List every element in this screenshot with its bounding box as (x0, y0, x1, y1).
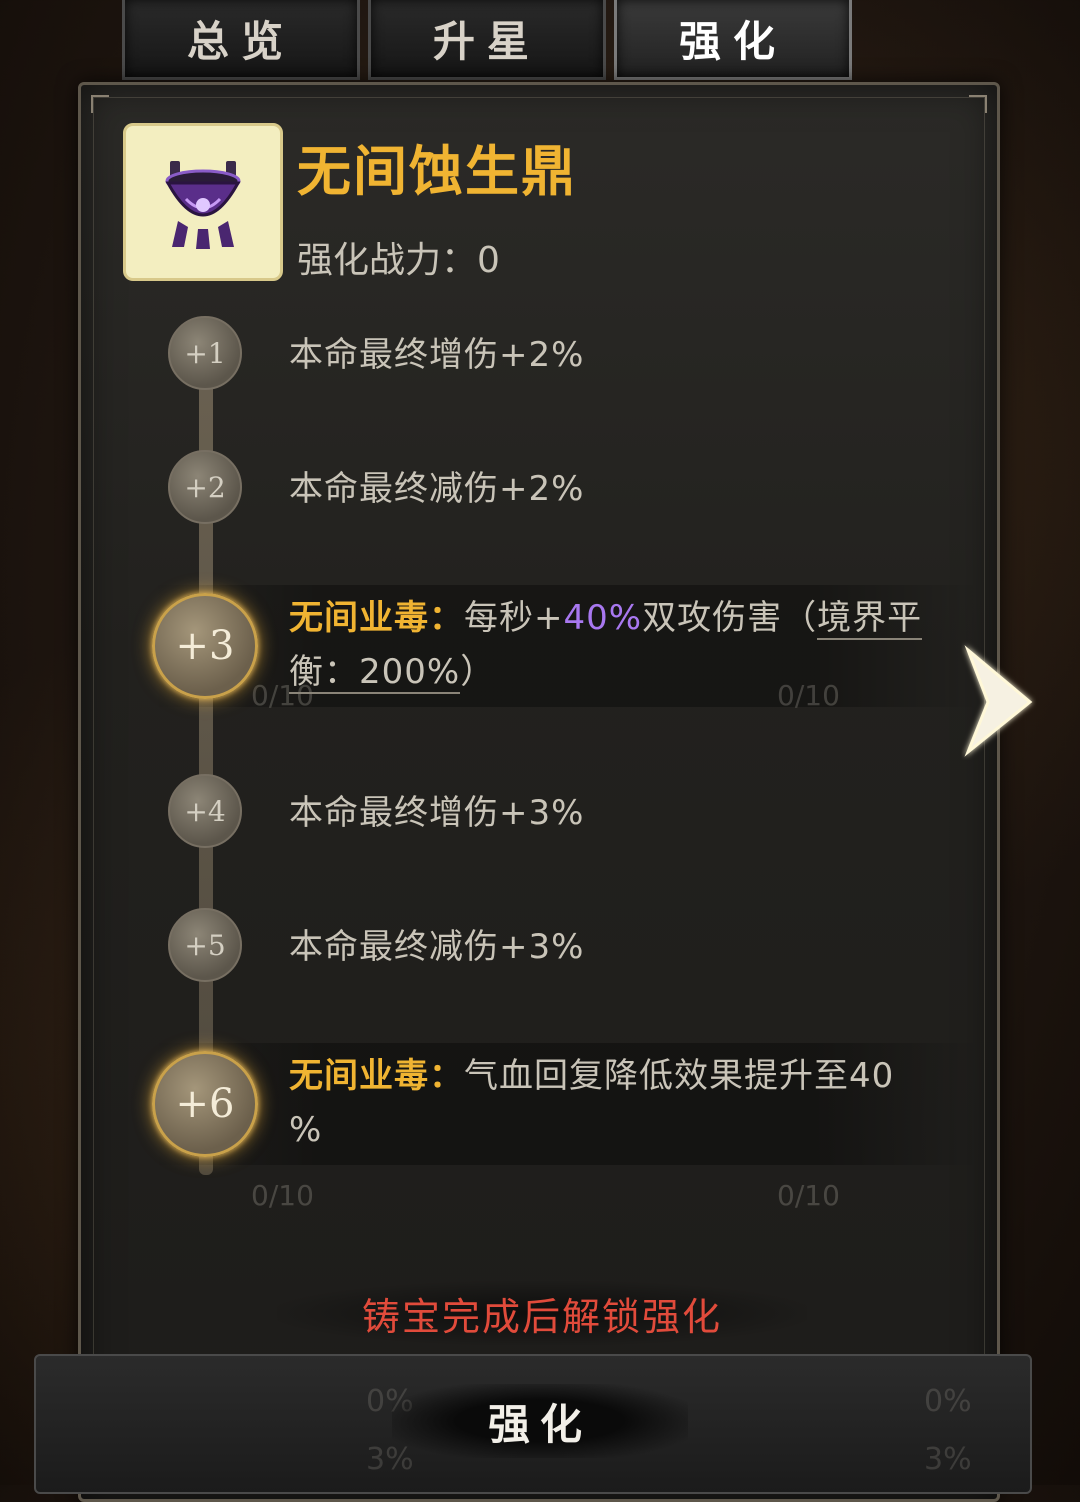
level-node-5[interactable]: +5 (168, 908, 242, 982)
tray-value: 0% (924, 1384, 972, 1419)
tab-strengthen[interactable]: 强化 (614, 0, 852, 80)
effect-text: ） (460, 652, 496, 692)
effect-text: 双攻伤害（ (642, 598, 818, 638)
level-node-6[interactable]: +6 (152, 1051, 258, 1157)
tab-bar: 总览 升星 强化 (122, 0, 862, 82)
level-effect-1: 本命最终增伤+2% (289, 335, 585, 375)
level-effect-6: 无间业毒：气血回复降低效果提升至40% (289, 1049, 929, 1157)
level-node-3[interactable]: +3 (152, 593, 258, 699)
strengthen-button[interactable]: 强化 (392, 1384, 688, 1458)
level-node-2[interactable]: +2 (168, 450, 242, 524)
effect-title: 无间业毒： (289, 1056, 464, 1096)
level-effect-3: 无间业毒：每秒+40%双攻伤害（境界平衡：200%） (289, 591, 929, 699)
effect-text: 每秒+ (464, 598, 564, 638)
realm-balance-link[interactable]: 衡：200% (289, 652, 461, 694)
level-node-4[interactable]: +4 (168, 774, 242, 848)
next-arrow-icon[interactable] (958, 640, 1038, 760)
counter: 0/10 (251, 1179, 314, 1212)
realm-balance-link[interactable]: 境界平 (817, 598, 923, 640)
level-effect-5: 本命最终减伤+3% (289, 927, 585, 967)
level-node-1[interactable]: +1 (168, 316, 242, 390)
cauldron-item-icon[interactable] (123, 123, 283, 281)
counter: 0/10 (777, 1179, 840, 1212)
corner-ornament (91, 95, 109, 113)
effect-text: 气血回复降低效果提升至40 (464, 1056, 895, 1096)
cauldron-icon (165, 161, 241, 249)
effect-text: % (289, 1110, 323, 1150)
effect-title: 无间业毒： (289, 598, 464, 638)
tray-value: 3% (924, 1442, 972, 1477)
strengthen-power: 强化战力：0 (297, 240, 500, 281)
strengthen-panel: 无间蚀生鼎 强化战力：0 +1 本命最终增伤+2% +2 本命最终减伤+2% 0… (78, 82, 1000, 1502)
effect-highlight: 40% (563, 598, 643, 638)
corner-ornament (969, 95, 987, 113)
level-effect-2: 本命最终减伤+2% (289, 469, 585, 509)
tab-star-up[interactable]: 升星 (368, 0, 606, 80)
item-name: 无间蚀生鼎 (297, 140, 577, 203)
tab-overview[interactable]: 总览 (122, 0, 360, 80)
level-effect-4: 本命最终增伤+3% (289, 793, 585, 833)
unlock-hint: 铸宝完成后解锁强化 (277, 1281, 807, 1345)
